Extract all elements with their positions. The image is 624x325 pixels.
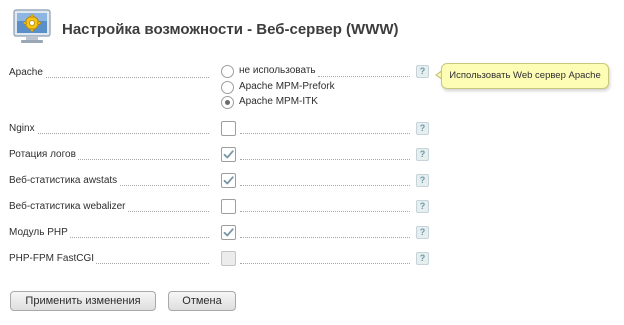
feature-label: Ротация логов [9,149,78,160]
radio-button[interactable] [221,81,234,94]
dotted-leader [240,185,410,186]
feature-label: Веб-статистика awstats [9,175,120,186]
feature-row-nginx: Nginx ? [0,120,440,140]
nginx-checkbox[interactable] [221,121,236,136]
feature-row-log-rotation: Ротация логов ? [0,146,440,166]
help-icon[interactable]: ? [416,65,429,78]
dotted-leader [240,211,410,212]
help-icon[interactable]: ? [416,226,429,239]
checkmark-icon [223,150,234,159]
apply-changes-button[interactable]: Применить изменения [10,291,156,311]
help-icon[interactable]: ? [416,174,429,187]
feature-settings-page: Настройка возможности - Веб-сервер (WWW)… [0,0,624,325]
dotted-leader [9,133,209,134]
feature-label: Модуль PHP [9,227,70,238]
checkmark-icon [223,228,234,237]
feature-row-php-module: Модуль PHP ? [0,224,440,244]
page-title: Настройка возможности - Веб-сервер (WWW) [62,21,399,38]
feature-label: PHP-FPM FastCGI [9,253,97,264]
feature-label: Apache [9,67,45,78]
checkmark-icon [223,176,234,185]
dotted-leader [318,76,410,77]
dotted-leader [240,133,410,134]
radio-button-selected[interactable] [221,96,234,109]
log-rotation-checkbox[interactable] [221,147,236,162]
radio-label: Apache MPM-ITK [239,96,318,107]
webalizer-checkbox[interactable] [221,199,236,214]
help-icon[interactable]: ? [416,148,429,161]
settings-gear-monitor-icon [11,7,53,47]
feature-row-webalizer: Веб-статистика webalizer ? [0,198,440,218]
radio-button[interactable] [221,65,234,78]
feature-label: Nginx [9,123,37,134]
php-fpm-checkbox[interactable] [221,251,236,266]
dotted-leader [240,159,410,160]
radio-label: не использовать [239,65,316,76]
cancel-button[interactable]: Отмена [168,291,236,311]
dotted-leader [240,237,410,238]
help-icon[interactable]: ? [416,200,429,213]
php-module-checkbox[interactable] [221,225,236,240]
feature-label: Веб-статистика webalizer [9,201,128,212]
help-tooltip: Использовать Web сервер Apache [441,63,609,89]
feature-row-php-fpm: PHP-FPM FastCGI ? [0,250,440,270]
help-icon[interactable]: ? [416,252,429,265]
radio-label: Apache MPM-Prefork [239,81,335,92]
radio-dot [225,100,230,105]
dotted-leader [240,263,410,264]
feature-row-apache: Apache ? [0,64,440,84]
help-icon[interactable]: ? [416,122,429,135]
awstats-checkbox[interactable] [221,173,236,188]
feature-row-awstats: Веб-статистика awstats ? [0,172,440,192]
